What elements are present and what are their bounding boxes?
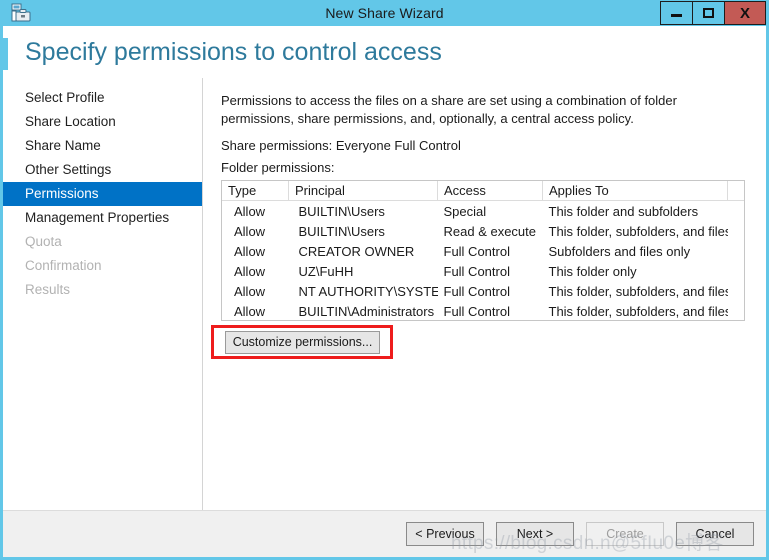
cell-principal: BUILTIN\Administrators — [298, 303, 435, 319]
cell-type: Allow — [234, 283, 266, 299]
folder-permissions-table[interactable]: Type Principal Access Applies To Allow B… — [221, 180, 745, 321]
column-header-applies-to[interactable]: Applies To — [542, 181, 728, 201]
cell-principal: BUILTIN\Users — [298, 223, 385, 239]
column-header-access[interactable]: Access — [437, 181, 543, 201]
table-row[interactable]: Allow UZ\FuHH Full Control This folder o… — [222, 261, 745, 281]
cell-type: Allow — [234, 263, 266, 279]
new-share-wizard-window: New Share Wizard X Specify permissions t… — [0, 0, 769, 560]
sidebar-item-select-profile[interactable]: Select Profile — [3, 86, 202, 110]
cell-principal: CREATOR OWNER — [298, 243, 415, 259]
cell-type: Allow — [234, 243, 266, 259]
cell-extra — [728, 241, 745, 261]
previous-button[interactable]: < Previous — [406, 522, 484, 546]
table-row[interactable]: Allow BUILTIN\Users Read & execute This … — [222, 221, 745, 241]
cell-type: Allow — [234, 223, 266, 239]
cell-principal: BUILTIN\Users — [298, 203, 385, 219]
table-row[interactable]: Allow CREATOR OWNER Full Control Subfold… — [222, 241, 745, 261]
column-header-extra[interactable] — [727, 181, 744, 201]
cell-type: Allow — [234, 203, 266, 219]
folder-permissions-label: Folder permissions: — [221, 160, 335, 175]
next-button[interactable]: Next > — [496, 522, 574, 546]
cell-access: Full Control — [443, 263, 510, 279]
column-header-type[interactable]: Type — [222, 181, 289, 201]
column-header-principal[interactable]: Principal — [288, 181, 438, 201]
share-permissions-text: Share permissions: Everyone Full Control — [221, 138, 461, 153]
window-title: New Share Wizard — [325, 5, 444, 21]
cell-access: Full Control — [443, 283, 510, 299]
cell-applies-to: This folder, subfolders, and files — [548, 283, 728, 299]
sidebar-item-other-settings[interactable]: Other Settings — [3, 158, 202, 182]
title-bar: New Share Wizard X — [3, 0, 766, 26]
server-manager-icon — [11, 3, 31, 23]
sidebar-item-confirmation: Confirmation — [25, 258, 102, 273]
cell-extra — [728, 221, 745, 241]
cell-access: Read & execute — [443, 223, 537, 239]
sidebar-item-management-properties[interactable]: Management Properties — [3, 206, 202, 230]
wizard-step-list: Select Profile Share Location Share Name… — [3, 78, 203, 510]
cell-extra — [728, 201, 745, 222]
minimize-icon — [671, 13, 682, 17]
permissions-panel: Permissions to access the files on a sha… — [203, 78, 766, 510]
cell-applies-to: This folder, subfolders, and files — [548, 223, 728, 239]
footer-button-group: < Previous Next > Create Cancel — [406, 522, 754, 546]
minimize-button[interactable] — [660, 1, 692, 25]
cell-principal: NT AUTHORITY\SYSTEM — [298, 283, 438, 299]
cell-principal: UZ\FuHH — [298, 263, 354, 279]
table-row[interactable]: Allow BUILTIN\Users Special This folder … — [222, 201, 745, 222]
sidebar-item-share-location[interactable]: Share Location — [3, 110, 202, 134]
window-controls: X — [660, 0, 766, 26]
page-title: Specify permissions to control access — [25, 38, 442, 66]
cell-applies-to: Subfolders and files only — [548, 243, 691, 259]
cell-applies-to: This folder and subfolders — [548, 203, 699, 219]
cancel-button[interactable]: Cancel — [676, 522, 754, 546]
sidebar-item-results: Results — [25, 282, 71, 297]
table-header-row: Type Principal Access Applies To — [222, 181, 744, 201]
header-accent-bar — [3, 38, 8, 70]
wizard-body: Select Profile Share Location Share Name… — [3, 78, 766, 510]
create-button: Create — [586, 522, 664, 546]
page-header: Specify permissions to control access — [3, 26, 766, 78]
cell-access: Full Control — [443, 303, 510, 319]
intro-text: Permissions to access the files on a sha… — [221, 93, 677, 126]
cell-extra — [728, 281, 745, 301]
wizard-footer: < Previous Next > Create Cancel — [3, 510, 766, 557]
sidebar-item-permissions[interactable]: Permissions — [3, 182, 202, 206]
cell-type: Allow — [234, 303, 266, 319]
sidebar-item-quota: Quota — [25, 234, 62, 249]
sidebar-item-share-name[interactable]: Share Name — [3, 134, 202, 158]
cell-extra — [728, 301, 745, 320]
cell-extra — [728, 261, 745, 281]
customize-permissions-button[interactable]: Customize permissions... — [225, 331, 380, 354]
maximize-icon — [703, 8, 714, 18]
cell-access: Full Control — [443, 243, 510, 259]
cell-applies-to: This folder only — [548, 263, 637, 279]
close-button[interactable]: X — [724, 1, 766, 25]
table-row[interactable]: Allow NT AUTHORITY\SYSTEM Full Control T… — [222, 281, 745, 301]
cell-access: Special — [443, 203, 487, 219]
cell-applies-to: This folder, subfolders, and files — [548, 303, 728, 319]
table-row[interactable]: Allow BUILTIN\Administrators Full Contro… — [222, 301, 745, 320]
maximize-button[interactable] — [692, 1, 724, 25]
